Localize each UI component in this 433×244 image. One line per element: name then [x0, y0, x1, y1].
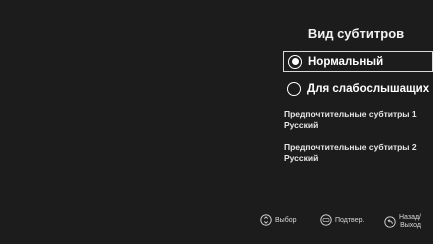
- hint-select: Выбор: [260, 214, 297, 226]
- preferred-value: Русский: [284, 120, 319, 130]
- enter-icon: [320, 214, 332, 226]
- hint-label-line1: Назад/: [399, 214, 422, 221]
- hint-label: Выбор: [275, 216, 297, 224]
- preferred-subtitles-2[interactable]: Предпочтительные субтитры 2 Русский: [284, 142, 433, 164]
- panel-title: Вид субтитров: [307, 26, 405, 41]
- subtitle-type-panel: Вид субтитров Нормальный Для слабослышащ…: [279, 18, 433, 216]
- option-hard-of-hearing[interactable]: Для слабослышащих: [283, 78, 433, 99]
- option-label: Для слабослышащих: [307, 82, 430, 95]
- hint-label: Назад/ Выход: [399, 214, 421, 230]
- preferred-value: Русский: [284, 153, 319, 163]
- option-label: Нормальный: [308, 55, 384, 68]
- preferred-label: Предпочтительные субтитры 1: [284, 109, 417, 119]
- hint-back-exit: Назад/ Выход: [384, 214, 421, 230]
- radio-selected-icon: [288, 54, 302, 69]
- tv-screen: Вид субтитров Нормальный Для слабослышащ…: [0, 0, 433, 244]
- up-down-icon: [260, 214, 272, 226]
- back-arrow-icon: [384, 216, 396, 228]
- preferred-subtitles-1[interactable]: Предпочтительные субтитры 1 Русский: [284, 109, 433, 131]
- preferred-label: Предпочтительные субтитры 2: [284, 142, 417, 152]
- remote-hints-bar: Выбор Подтвер. Назад/ Выход: [0, 211, 433, 241]
- hint-label-line2: Выход: [400, 222, 422, 229]
- hint-confirm: Подтвер.: [320, 214, 364, 226]
- hint-label: Подтвер.: [335, 216, 365, 224]
- radio-unselected-icon: [287, 81, 301, 96]
- option-normal[interactable]: Нормальный: [283, 51, 433, 72]
